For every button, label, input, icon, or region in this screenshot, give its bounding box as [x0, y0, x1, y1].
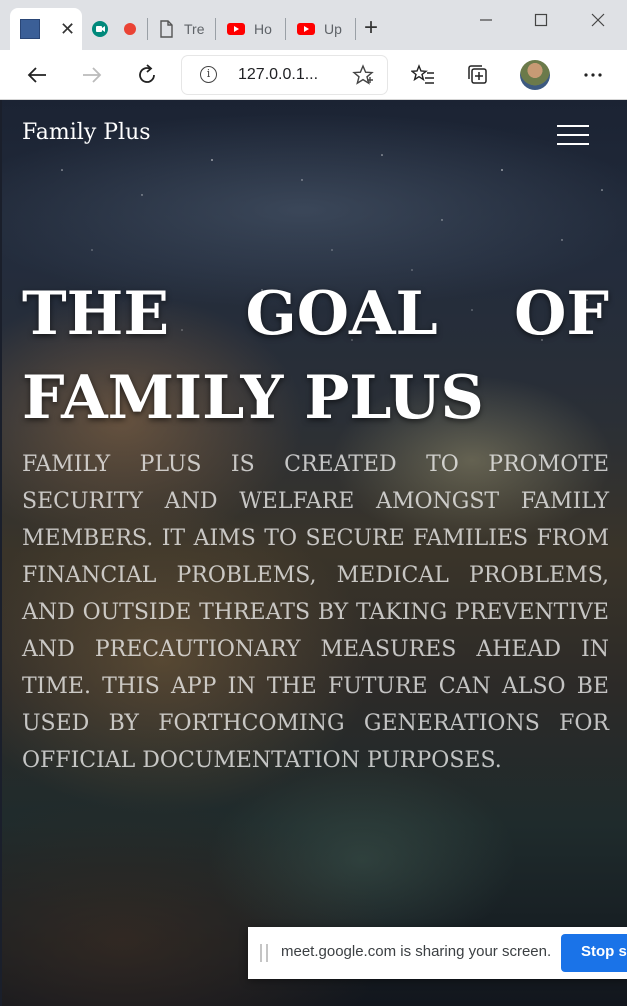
browser-toolbar: i 127.0.0.1... [0, 50, 627, 100]
tab-meet[interactable] [90, 8, 110, 50]
close-window-icon[interactable] [590, 12, 606, 28]
collections-button[interactable] [465, 62, 491, 88]
site-favicon-icon [20, 19, 40, 39]
hamburger-menu-icon[interactable] [557, 122, 589, 148]
hero-title-line-2: FAMILY PLUS [22, 363, 484, 433]
collections-icon [468, 65, 487, 84]
document-icon [160, 20, 173, 38]
google-meet-icon [92, 21, 108, 37]
tab-youtube-1[interactable]: Ho [226, 8, 286, 50]
tab-youtube-2[interactable]: Up [296, 8, 356, 50]
more-horizontal-icon [584, 73, 602, 77]
tab-document[interactable]: Tre [156, 8, 216, 50]
screen-share-notification: meet.google.com is sharing your screen. … [248, 927, 627, 979]
favorites-list-icon [411, 64, 434, 84]
arrow-left-icon [27, 67, 46, 83]
youtube-icon [297, 23, 315, 35]
web-page: Family Plus THE GOAL OF FAMILY PLUS Fami… [2, 100, 627, 1006]
tab-title: Ho [254, 21, 272, 37]
hero-title: THE GOAL OF FAMILY PLUS [22, 272, 609, 440]
tab-title: Tre [184, 21, 205, 37]
profile-avatar[interactable] [520, 60, 550, 90]
stop-sharing-button[interactable]: Stop sh [561, 934, 627, 972]
refresh-icon [139, 64, 155, 83]
recording-dot-icon [124, 23, 136, 35]
close-tab-icon[interactable]: ✕ [60, 20, 75, 38]
favorite-star-icon[interactable] [352, 64, 374, 86]
settings-more-button[interactable] [580, 62, 606, 88]
favorites-button[interactable] [410, 62, 436, 88]
hero-description: Family Plus is created to promote securi… [22, 452, 609, 773]
tab-recording[interactable] [120, 8, 148, 50]
maximize-icon[interactable] [533, 12, 549, 28]
hero-title-line-1: THE GOAL OF [22, 279, 609, 349]
forward-button[interactable] [79, 62, 105, 88]
back-button[interactable] [24, 62, 50, 88]
browser-tab-bar: ✕ Tre Ho Up + [0, 0, 627, 50]
new-tab-icon[interactable]: + [364, 16, 378, 40]
address-bar[interactable]: i 127.0.0.1... [182, 56, 387, 94]
drag-handle-icon[interactable] [260, 944, 268, 962]
address-url[interactable]: 127.0.0.1... [238, 66, 318, 84]
tab-active[interactable]: ✕ [10, 8, 82, 50]
tab-title: Up [324, 21, 342, 37]
info-icon[interactable]: i [200, 66, 217, 83]
navbar-brand[interactable]: Family Plus [22, 120, 151, 145]
youtube-icon [227, 23, 245, 35]
reload-button[interactable] [134, 62, 160, 88]
arrow-right-icon [83, 67, 102, 83]
minimize-icon[interactable] [478, 12, 494, 28]
screen-share-message: meet.google.com is sharing your screen. [281, 943, 552, 960]
